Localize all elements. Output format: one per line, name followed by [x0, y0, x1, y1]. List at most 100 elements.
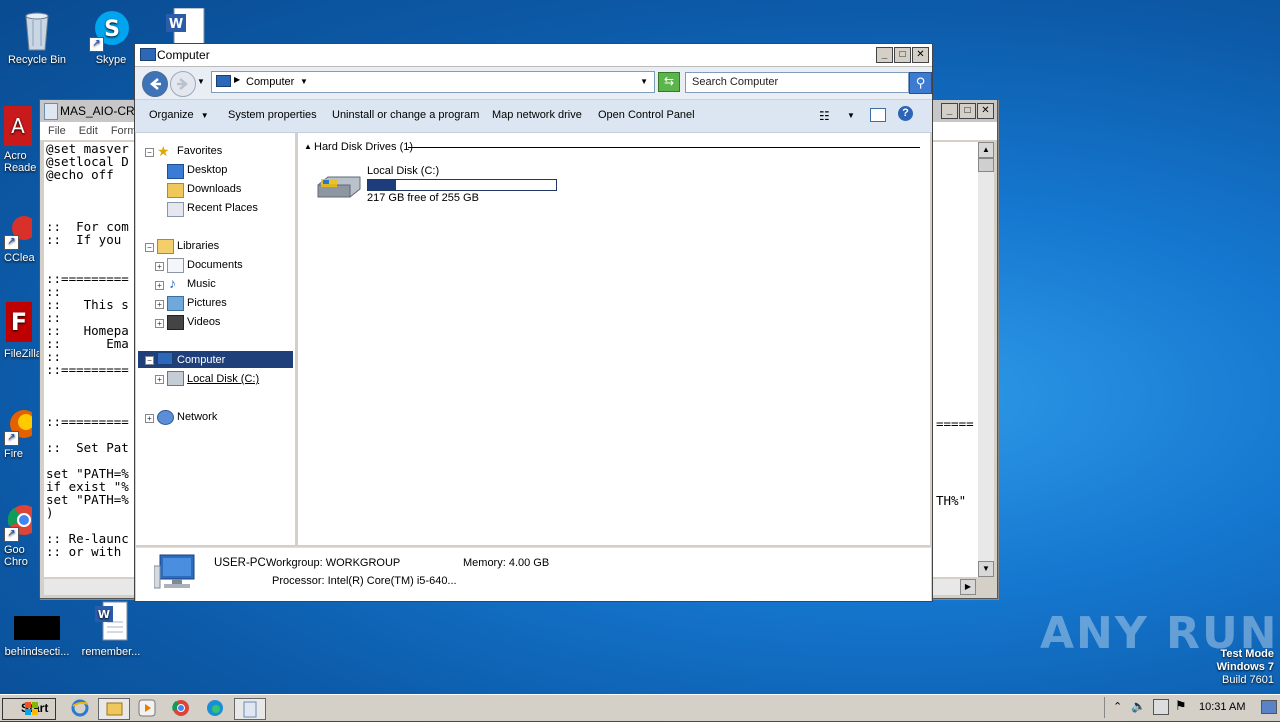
tree-music[interactable]: Music — [187, 278, 216, 290]
computer-large-icon — [153, 554, 198, 593]
close-button[interactable]: ✕ — [977, 103, 994, 119]
breadcrumb-dropdown-icon[interactable]: ▼ — [300, 77, 308, 86]
maximize-button[interactable]: □ — [959, 103, 976, 119]
desktop-icon-label: remember... — [81, 646, 141, 658]
explorer-title-bar[interactable]: Computer _ □ ✕ — [135, 44, 932, 67]
tree-favorites[interactable]: Favorites — [177, 145, 222, 157]
address-bar[interactable]: ▶ Computer ▼ ▼ — [211, 71, 655, 93]
pictures-icon — [167, 296, 184, 311]
internet-explorer-taskbar-icon[interactable] — [68, 698, 92, 718]
view-options-icon[interactable]: ☷ — [819, 109, 830, 123]
tree-local-disk[interactable]: Local Disk (C:) — [187, 373, 259, 385]
chrome-taskbar-icon[interactable] — [169, 698, 193, 718]
tree-downloads[interactable]: Downloads — [187, 183, 241, 195]
tree-computer[interactable]: Computer — [177, 354, 225, 366]
svg-text:W: W — [98, 608, 110, 621]
explorer-window[interactable]: Computer _ □ ✕ ▼ ▶ Computer ▼ ▼ ⇆ Search… — [134, 43, 933, 602]
uninstall-program-button[interactable]: Uninstall or change a program — [332, 109, 479, 121]
preview-pane-icon[interactable] — [870, 108, 886, 122]
notepad-caption-buttons: _ □ ✕ — [941, 103, 994, 119]
explorer-taskbar-button[interactable] — [98, 698, 130, 720]
drive-usage-bar — [367, 179, 557, 191]
recent-places-icon — [167, 202, 184, 217]
action-center-flag-icon[interactable]: ⚑ — [1175, 698, 1187, 714]
recent-pages-dropdown-icon[interactable]: ▼ — [197, 77, 205, 86]
tree-network[interactable]: Network — [177, 411, 217, 423]
minimize-button[interactable]: _ — [941, 103, 958, 119]
breadcrumb-arrow-icon[interactable]: ▶ — [234, 75, 240, 84]
organize-label: Organize — [149, 109, 194, 121]
open-control-panel-button[interactable]: Open Control Panel — [598, 109, 695, 121]
close-button[interactable]: ✕ — [912, 47, 929, 63]
start-button[interactable]: Start — [2, 698, 56, 720]
workgroup-text: Workgroup: WORKGROUP — [266, 557, 401, 569]
refresh-button[interactable]: ⇆ — [658, 72, 680, 92]
maximize-button[interactable]: □ — [894, 47, 911, 63]
ccleaner-icon: ↗ — [4, 210, 36, 250]
group-collapse-icon[interactable]: ▲ — [304, 142, 312, 151]
drive-name: Local Disk (C:) — [367, 165, 440, 177]
tree-videos[interactable]: Videos — [187, 316, 220, 328]
clock[interactable]: 10:31 AM — [1199, 701, 1245, 713]
desktop-icon-label: Acro Reade — [4, 150, 37, 174]
collapse-icon[interactable]: − — [145, 243, 154, 252]
expand-icon[interactable]: + — [155, 300, 164, 309]
notepad-taskbar-button[interactable] — [234, 698, 266, 720]
search-placeholder: Search Computer — [692, 76, 779, 88]
menu-file[interactable]: File — [48, 125, 66, 137]
tree-pictures[interactable]: Pictures — [187, 297, 227, 309]
search-icon[interactable]: ⚲ — [909, 72, 932, 94]
scroll-up-icon[interactable]: ▲ — [978, 142, 994, 158]
expand-icon[interactable]: + — [155, 281, 164, 290]
search-input[interactable]: Search Computer ⚲ — [685, 72, 932, 94]
desktop-icon-remember[interactable]: W remember... — [74, 600, 148, 658]
downloads-folder-icon — [167, 183, 184, 198]
show-desktop-icon[interactable] — [1261, 700, 1277, 714]
volume-icon[interactable]: 🔈 — [1131, 699, 1146, 713]
test-mode-line: Windows 7 — [1216, 661, 1274, 673]
tree-documents[interactable]: Documents — [187, 259, 243, 271]
tree-libraries[interactable]: Libraries — [177, 240, 219, 252]
collapse-icon[interactable]: − — [145, 356, 154, 365]
menu-edit[interactable]: Edit — [79, 125, 98, 137]
chrome-icon: ↗ — [4, 498, 39, 542]
desktop-icon-label: behindsecti... — [4, 646, 70, 658]
organize-button[interactable]: Organize ▼ — [149, 109, 209, 121]
help-icon[interactable]: ? — [898, 106, 913, 121]
network-status-icon[interactable] — [1153, 699, 1169, 715]
scroll-thumb[interactable] — [978, 158, 994, 172]
system-properties-button[interactable]: System properties — [228, 109, 317, 121]
expand-icon[interactable]: + — [155, 319, 164, 328]
media-player-taskbar-icon[interactable] — [135, 698, 159, 718]
forward-button[interactable] — [170, 71, 196, 97]
tree-desktop[interactable]: Desktop — [187, 164, 227, 176]
filezilla-icon: F — [4, 300, 32, 344]
address-history-dropdown-icon[interactable]: ▼ — [640, 77, 648, 86]
desktop-icon-label: FileZilla — [4, 348, 42, 360]
desktop-icon-behindsection[interactable]: behindsecti... — [0, 614, 74, 658]
shortcut-arrow-icon: ↗ — [4, 527, 19, 542]
expand-icon[interactable]: + — [155, 262, 164, 271]
desktop-icon-recycle-bin[interactable]: Recycle Bin — [0, 8, 74, 66]
collapse-icon[interactable]: − — [145, 148, 154, 157]
group-header[interactable]: Hard Disk Drives (1) — [314, 141, 413, 153]
libraries-icon — [157, 239, 174, 254]
map-network-drive-button[interactable]: Map network drive — [492, 109, 582, 121]
back-button[interactable] — [142, 71, 168, 97]
word-document-icon[interactable]: W — [164, 7, 210, 45]
computer-icon — [140, 48, 156, 61]
notepad-vertical-scrollbar[interactable]: ▲ ▼ — [978, 142, 994, 577]
acrobat-icon: A — [4, 106, 32, 146]
expand-icon[interactable]: + — [145, 414, 154, 423]
scroll-down-icon[interactable]: ▼ — [978, 561, 994, 577]
breadcrumb-computer[interactable]: Computer — [246, 76, 294, 88]
minimize-button[interactable]: _ — [876, 47, 893, 63]
recycle-bin-icon — [17, 8, 57, 51]
edge-taskbar-icon[interactable] — [203, 698, 227, 718]
drive-tile-local-disk[interactable]: Local Disk (C:) 217 GB free of 255 GB — [312, 163, 572, 204]
show-hidden-icons-icon[interactable]: ⌃ — [1113, 700, 1122, 713]
scroll-right-icon[interactable]: ▶ — [960, 579, 976, 595]
expand-icon[interactable]: + — [155, 375, 164, 384]
tree-recent-places[interactable]: Recent Places — [187, 202, 258, 214]
view-dropdown-icon[interactable]: ▼ — [847, 111, 855, 120]
